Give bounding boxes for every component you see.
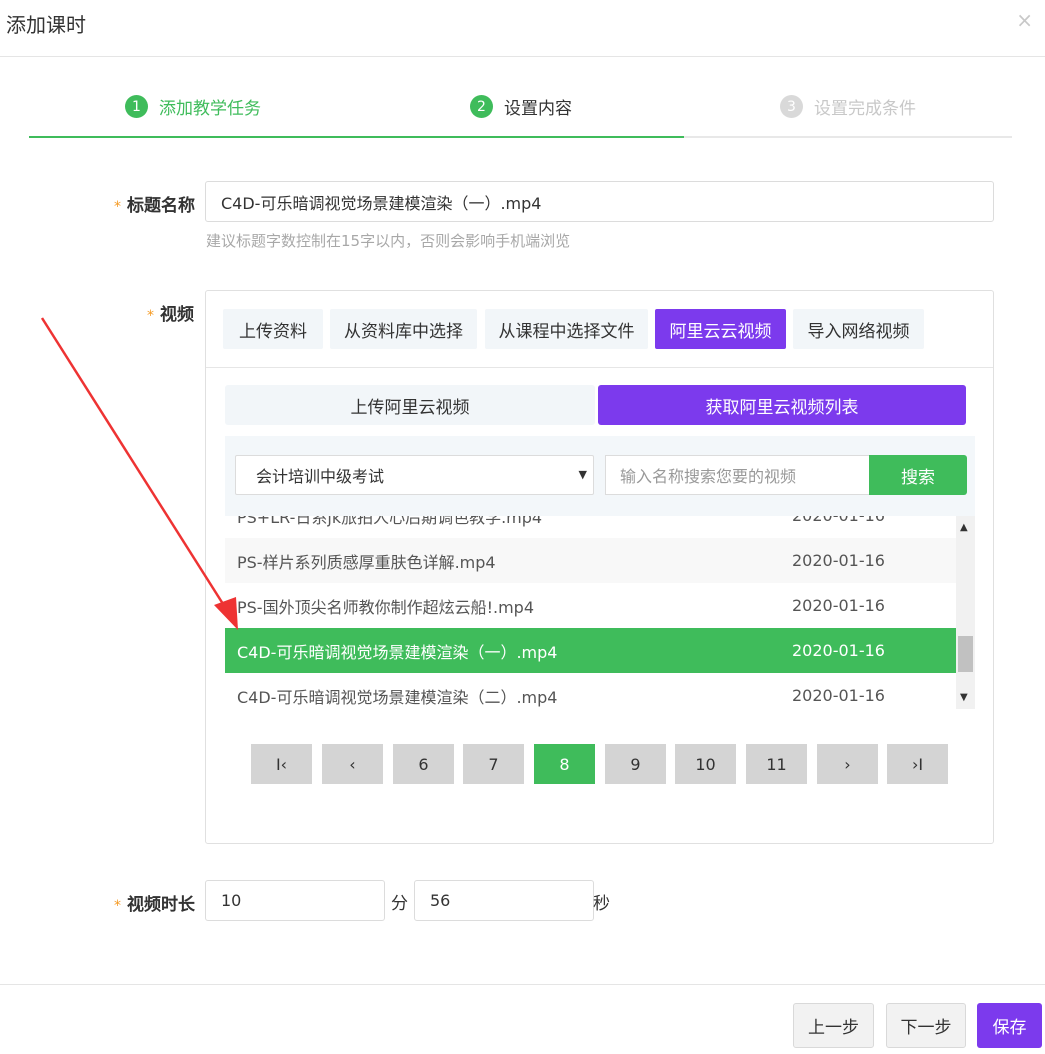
previous-step-button[interactable]: 上一步 xyxy=(793,1003,874,1048)
list-item[interactable]: PS+LR-日系jk旅拍人心后期调色教学.mp4 2020-01-16 xyxy=(225,516,956,538)
title-input[interactable]: C4D-可乐暗调视觉场景建模渲染（一）.mp4 xyxy=(205,181,994,222)
prev-page-button[interactable]: ‹ xyxy=(322,744,383,784)
dialog-footer: 上一步 下一步 保存 xyxy=(0,984,1045,1054)
required-mark: * xyxy=(147,308,154,324)
step-number: 1 xyxy=(125,95,148,118)
filter-bar: 会计培训中级考试 ▼ 输入名称搜索您要的视频 搜索 xyxy=(225,436,975,516)
page-button[interactable]: 6 xyxy=(393,744,454,784)
last-page-button[interactable]: ›I xyxy=(887,744,948,784)
step-label: 设置完成条件 xyxy=(814,99,916,119)
page-button[interactable]: 7 xyxy=(463,744,524,784)
tab-upload-material[interactable]: 上传资料 xyxy=(223,309,323,349)
list-item[interactable]: C4D-可乐暗调视觉场景建模渲染（二）.mp4 2020-01-16 xyxy=(225,673,956,709)
tab-upload-aliyun-video[interactable]: 上传阿里云视频 xyxy=(225,385,595,425)
list-item[interactable]: PS-国外顶尖名师教你制作超炫云船!.mp4 2020-01-16 xyxy=(225,583,956,628)
step-label: 设置内容 xyxy=(504,99,572,119)
scroll-down-icon[interactable]: ▼ xyxy=(960,692,968,703)
required-mark: * xyxy=(114,898,121,914)
seconds-input[interactable]: 56 xyxy=(414,880,594,921)
list-item-selected[interactable]: C4D-可乐暗调视觉场景建模渲染（一）.mp4 2020-01-16 xyxy=(225,628,956,673)
tab-import-web-video[interactable]: 导入网络视频 xyxy=(793,309,924,349)
scroll-up-icon[interactable]: ▲ xyxy=(960,522,968,533)
minutes-unit: 分 xyxy=(391,894,408,914)
annotation-arrow-shaft xyxy=(40,317,232,616)
video-list: PS+LR-日系jk旅拍人心后期调色教学.mp4 2020-01-16 PS-样… xyxy=(225,516,956,709)
tab-get-aliyun-video-list[interactable]: 获取阿里云视频列表 xyxy=(598,385,966,425)
page-button[interactable]: 10 xyxy=(675,744,736,784)
minutes-input[interactable]: 10 xyxy=(205,880,385,921)
step-label: 添加教学任务 xyxy=(159,99,261,119)
category-select[interactable]: 会计培训中级考试 ▼ xyxy=(235,455,594,495)
search-button[interactable]: 搜索 xyxy=(869,455,967,495)
tab-select-from-course[interactable]: 从课程中选择文件 xyxy=(485,309,648,349)
step-add-task: 1 添加教学任务 xyxy=(125,94,261,119)
close-icon[interactable]: × xyxy=(1016,8,1033,32)
video-label: * 视频 xyxy=(147,305,194,325)
chevron-down-icon: ▼ xyxy=(578,468,587,481)
page-button[interactable]: 9 xyxy=(605,744,666,784)
step-set-content: 2 设置内容 xyxy=(470,94,572,119)
step-number: 2 xyxy=(470,95,493,118)
title-label: * 标题名称 xyxy=(114,196,195,216)
video-source-panel: 上传资料 从资料库中选择 从课程中选择文件 阿里云云视频 导入网络视频 上传阿里… xyxy=(205,290,994,844)
title-hint: 建议标题字数控制在15字以内，否则会影响手机端浏览 xyxy=(206,232,571,250)
list-scrollbar[interactable]: ▲ ▼ xyxy=(956,516,975,709)
tab-aliyun-video[interactable]: 阿里云云视频 xyxy=(655,309,786,349)
dialog-header: 添加课时 × xyxy=(0,0,1045,57)
next-page-button[interactable]: › xyxy=(817,744,878,784)
search-input[interactable]: 输入名称搜索您要的视频 xyxy=(605,455,869,495)
step-indicator: 1 添加教学任务 2 设置内容 3 设置完成条件 xyxy=(29,84,1012,139)
steps-progress xyxy=(29,136,684,138)
first-page-button[interactable]: I‹ xyxy=(251,744,312,784)
page-button-current[interactable]: 8 xyxy=(534,744,595,784)
save-button[interactable]: 保存 xyxy=(977,1003,1042,1048)
page-button[interactable]: 11 xyxy=(746,744,807,784)
dialog-title: 添加课时 xyxy=(6,13,86,37)
tab-select-from-library[interactable]: 从资料库中选择 xyxy=(330,309,477,349)
duration-label: * 视频时长 xyxy=(114,895,195,915)
seconds-unit: 秒 xyxy=(593,894,610,914)
required-mark: * xyxy=(114,199,121,215)
scrollbar-thumb[interactable] xyxy=(958,636,973,672)
category-selected-value: 会计培训中级考试 xyxy=(256,467,385,486)
step-number: 3 xyxy=(780,95,803,118)
list-item[interactable]: PS-样片系列质感厚重肤色详解.mp4 2020-01-16 xyxy=(225,538,956,583)
aliyun-subtabs: 上传阿里云视频 获取阿里云视频列表 xyxy=(225,385,967,425)
next-step-button[interactable]: 下一步 xyxy=(886,1003,966,1048)
video-source-tabs: 上传资料 从资料库中选择 从课程中选择文件 阿里云云视频 导入网络视频 xyxy=(206,291,993,368)
step-completion-conditions: 3 设置完成条件 xyxy=(780,94,916,119)
